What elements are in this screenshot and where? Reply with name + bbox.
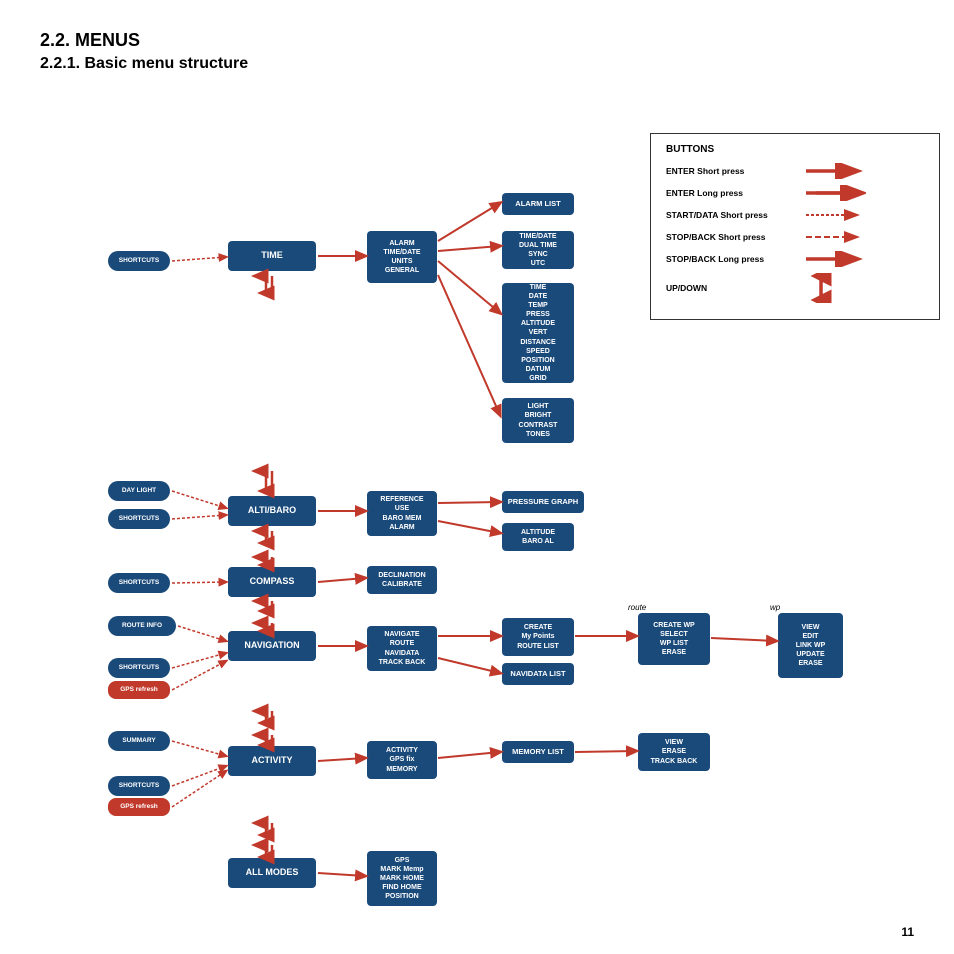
legend-row-updown: UP/DOWN bbox=[666, 273, 924, 303]
general-menu: LIGHTBRIGHTCONTRASTTONES bbox=[502, 398, 574, 443]
pressure-graph: PRESSURE GRAPH bbox=[502, 491, 584, 513]
section-heading: 2.2. MENUS bbox=[40, 30, 914, 51]
create-wp: CREATE WPSELECTWP LISTERASE bbox=[638, 613, 710, 665]
units-menu: TIMEDATETEMPPRESSALTITUDEVERTDISTANCESPE… bbox=[502, 283, 574, 383]
daylight-box: DAY LIGHT bbox=[108, 481, 170, 501]
page: 2.2. MENUS 2.2.1. Basic menu structure B… bbox=[0, 0, 954, 954]
activity-menu: ACTIVITYGPS fixMEMORY bbox=[367, 741, 437, 779]
create-menu: CREATEMy PointsROUTE LIST bbox=[502, 618, 574, 656]
time-box: TIME bbox=[228, 241, 316, 271]
activity-box: ACTIVITY bbox=[228, 746, 316, 776]
gps-refresh-1: GPS refresh bbox=[108, 681, 170, 699]
subsection-heading: 2.2.1. Basic menu structure bbox=[40, 55, 914, 73]
altitude-baro: ALTITUDEBARO AL bbox=[502, 523, 574, 551]
compass-menu: DECLINATIONCALIBRATE bbox=[367, 566, 437, 594]
shortcuts-nav: SHORTCUTS bbox=[108, 658, 170, 678]
all-modes-box: ALL MODES bbox=[228, 858, 316, 888]
legend-box: BUTTONS ENTER Short press ENTER Long pre… bbox=[650, 133, 940, 320]
legend-row-enter-short: ENTER Short press bbox=[666, 163, 924, 179]
gps-refresh-2: GPS refresh bbox=[108, 798, 170, 816]
navigation-box: NAVIGATION bbox=[228, 631, 316, 661]
page-number: 11 bbox=[901, 925, 914, 939]
shortcuts-activity: SHORTCUTS bbox=[108, 776, 170, 796]
legend-row-enter-long: ENTER Long press bbox=[666, 185, 924, 201]
view-erase: VIEWERASETRACK BACK bbox=[638, 733, 710, 771]
legend-row-stopback-short: STOP/BACK Short press bbox=[666, 229, 924, 245]
legend-title: BUTTONS bbox=[666, 144, 924, 155]
summary-box: SUMMARY bbox=[108, 731, 170, 751]
nav-menu: NAVIGATEROUTENAVIDATATRACK BACK bbox=[367, 626, 437, 671]
alarm-list: ALARM LIST bbox=[502, 193, 574, 215]
shortcuts-altibaro: SHORTCUTS bbox=[108, 509, 170, 529]
diagram-area: BUTTONS ENTER Short press ENTER Long pre… bbox=[40, 83, 914, 903]
wp-label: wp bbox=[770, 603, 780, 612]
legend-row-stopback-long: STOP/BACK Long press bbox=[666, 251, 924, 267]
altibaro-box: ALTI/BARO bbox=[228, 496, 316, 526]
alarm-menu: ALARMTIME/DATEUNITSGENERAL bbox=[367, 231, 437, 283]
all-modes-menu: GPSMARK MempMARK HOMEFIND HOMEPOSITION bbox=[367, 851, 437, 906]
route-info-box: ROUTE INFO bbox=[108, 616, 176, 636]
shortcuts-compass: SHORTCUTS bbox=[108, 573, 170, 593]
memory-list: MEMORY LIST bbox=[502, 741, 574, 763]
wp-menu: VIEWEDITLINK WPUPDATEERASE bbox=[778, 613, 843, 678]
altibaro-menu: REFERENCEUSEBARO MEMALARM bbox=[367, 491, 437, 536]
legend-row-startdata: START/DATA Short press bbox=[666, 207, 924, 223]
compass-box: COMPASS bbox=[228, 567, 316, 597]
route-label: route bbox=[628, 603, 646, 612]
shortcuts-time: SHORTCUTS bbox=[108, 251, 170, 271]
navidata-list: NAVIDATA LIST bbox=[502, 663, 574, 685]
timedate-menu: TIME/DATEDUAL TIMESYNCUTC bbox=[502, 231, 574, 269]
